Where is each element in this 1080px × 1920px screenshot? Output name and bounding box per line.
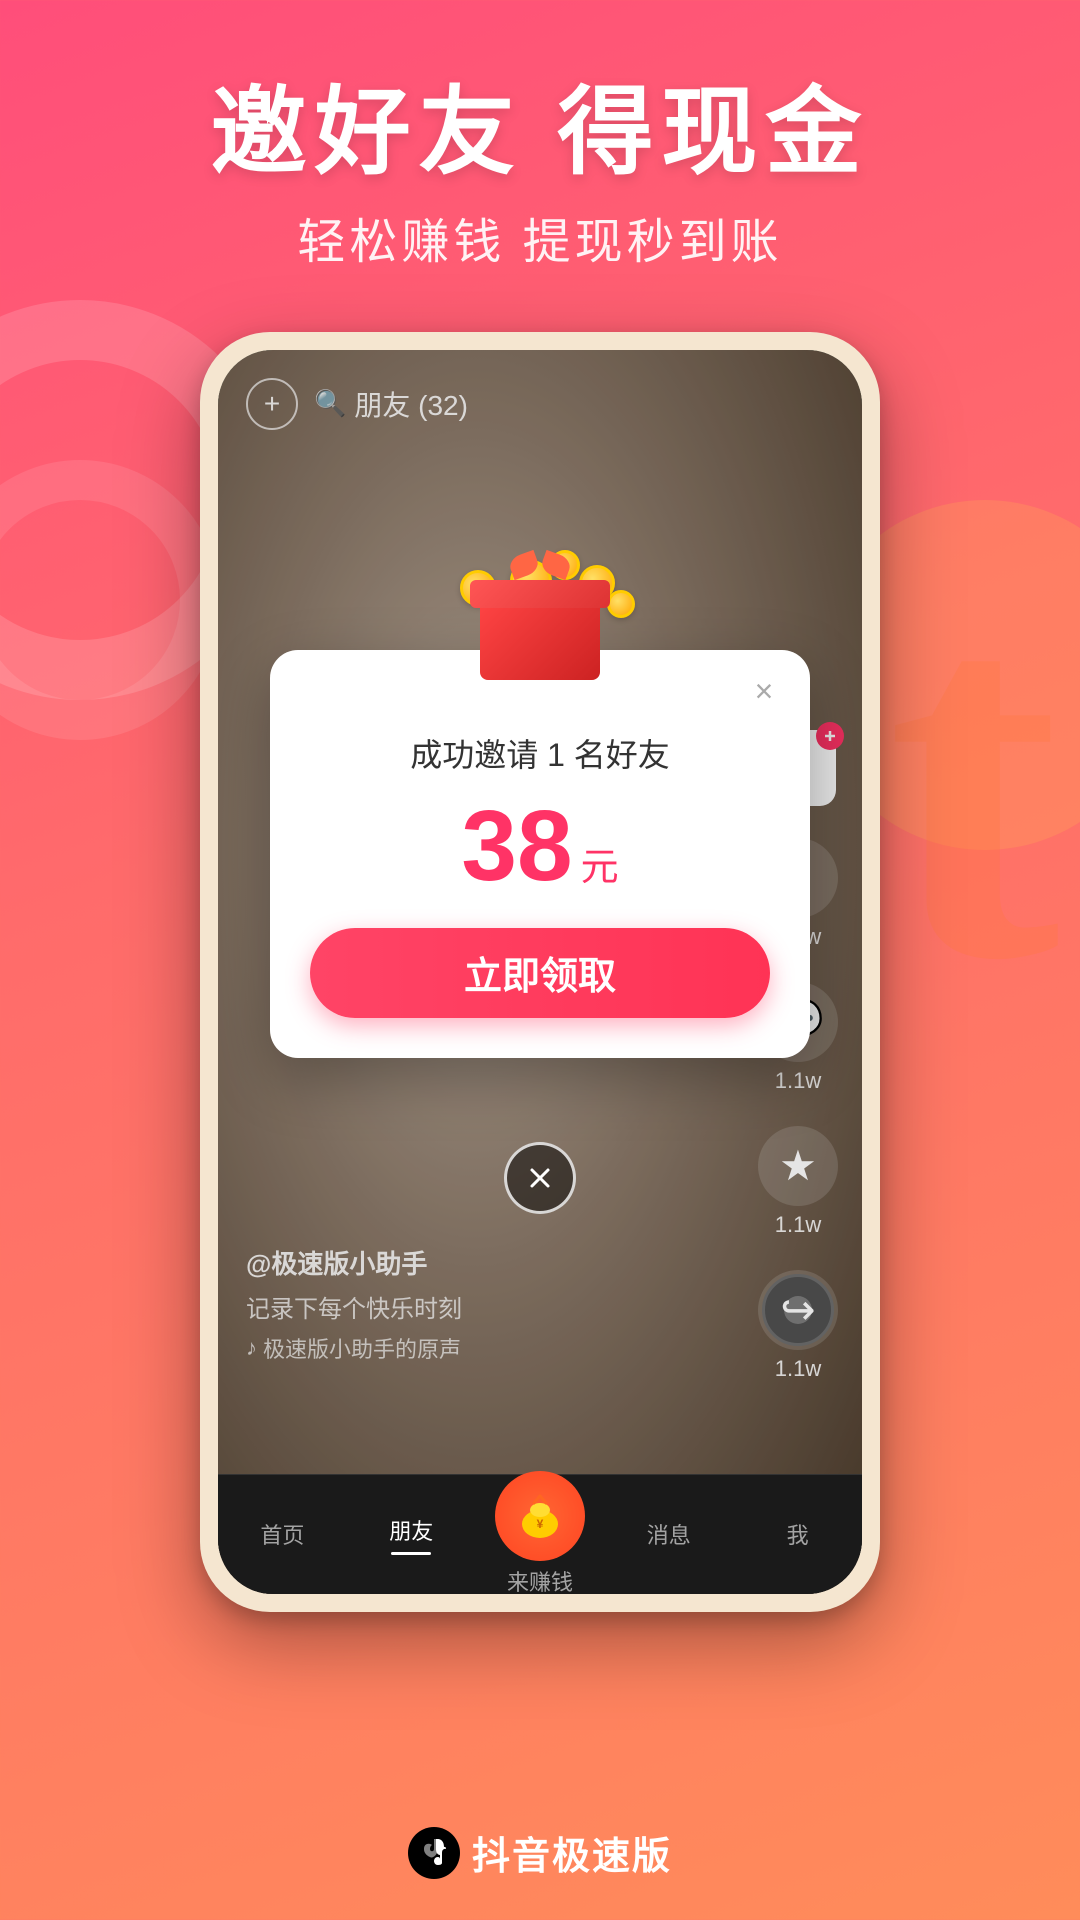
earn-icon: ¥ [514,1490,566,1542]
phone-inner: + 🔍 朋友 (32) ♪ ♥ [218,350,862,1594]
tab-messages[interactable]: 消息 [604,1518,733,1550]
tab-earn-label: 来赚钱 [507,1565,573,1594]
header: 邀好友 得现金 轻松赚钱 提现秒到账 [0,0,1080,272]
tab-bar: 首页 朋友 ¥ [218,1474,862,1594]
reward-modal: × 成功邀请 1 名好友 38 元 立即领取 [270,650,810,1058]
modal-amount-unit: 元 [581,836,619,891]
svg-text:¥: ¥ [537,1517,544,1531]
earn-circle: ¥ [495,1471,585,1561]
gift-box-lid [470,580,610,608]
header-subtitle: 轻松赚钱 提现秒到账 [0,202,1080,272]
tab-friends[interactable]: 朋友 [347,1514,476,1555]
modal-amount-row: 38 元 [270,796,810,896]
dismiss-circle-button[interactable] [504,1142,576,1214]
tab-home-label: 首页 [260,1518,304,1550]
tab-earn[interactable]: ¥ 来赚钱 [476,1471,605,1594]
brand-name-text: 抖音极速版 [472,1825,672,1880]
phone-mockup: + 🔍 朋友 (32) ♪ ♥ [200,332,880,1612]
tiktok-brand-logo [408,1827,460,1879]
gift-bow [510,554,570,584]
modal-invite-text: 成功邀请 1 名好友 [270,730,810,776]
modal-close-button[interactable]: × [742,670,786,714]
tab-messages-label: 消息 [647,1518,691,1550]
gift-box [440,560,640,680]
gift-decoration [420,540,660,700]
phone-outer: + 🔍 朋友 (32) ♪ ♥ [200,332,880,1612]
tab-home[interactable]: 首页 [218,1518,347,1550]
tab-profile[interactable]: 我 [733,1518,862,1550]
branding-footer: 抖音极速版 [0,1825,1080,1880]
coin-4 [607,590,635,618]
header-title: 邀好友 得现金 [0,80,1080,186]
tab-friends-label: 朋友 [389,1514,433,1546]
tab-earn-center[interactable]: ¥ [485,1471,595,1561]
tab-profile-label: 我 [787,1518,809,1550]
modal-overlay: × 成功邀请 1 名好友 38 元 立即领取 [218,350,862,1594]
claim-button[interactable]: 立即领取 [310,928,770,1018]
x-icon [524,1162,556,1194]
gift-box-body [480,600,600,680]
modal-amount-number: 38 [461,796,572,896]
tab-active-indicator [391,1552,431,1555]
